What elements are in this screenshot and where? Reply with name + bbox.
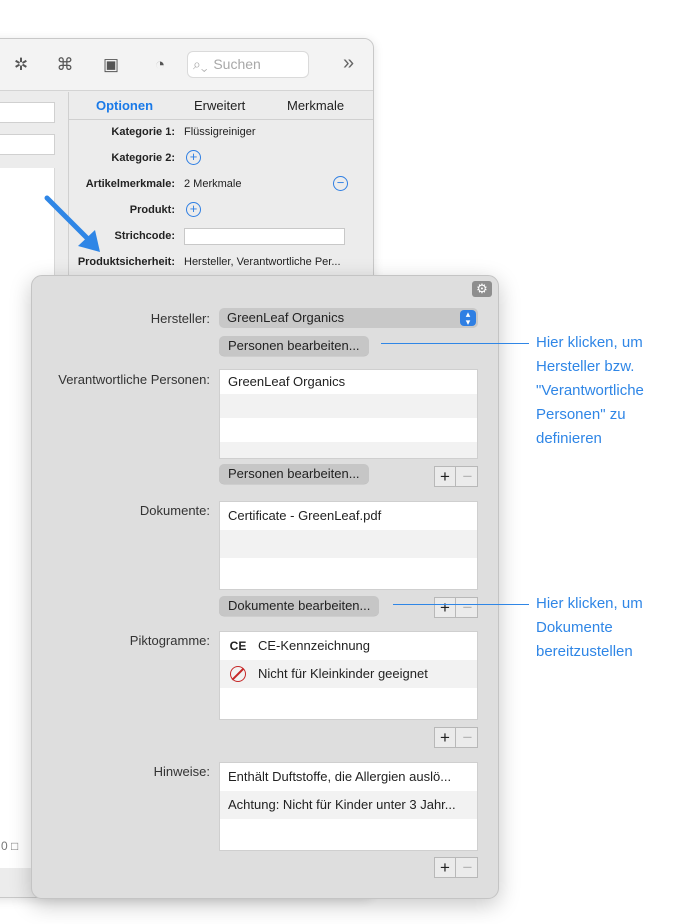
add-produkt-button[interactable]: + — [186, 202, 201, 217]
tab-merkmale[interactable]: Merkmale — [287, 98, 344, 113]
comment-icon[interactable]: 0 □ — [1, 839, 18, 853]
tab-erweitert[interactable]: Erweitert — [194, 98, 245, 113]
image-icon[interactable]: ▣ — [99, 53, 123, 77]
list-item-empty — [220, 558, 477, 586]
artikelmerkmale-label: Artikelmerkmale: — [85, 178, 175, 190]
chevron-double-right-icon[interactable]: » — [343, 52, 354, 75]
list-item-empty — [220, 819, 477, 847]
hersteller-label: Hersteller: — [150, 311, 210, 326]
add-kategorie2-button[interactable]: + — [186, 150, 201, 165]
no-children-icon — [230, 665, 246, 682]
personen-bearbeiten-button-1[interactable]: Personen bearbeiten... — [219, 336, 369, 356]
left-field-1[interactable] — [0, 102, 55, 123]
search-field[interactable]: ⌕⌄ Suchen — [187, 51, 309, 78]
remove-dokument-button[interactable]: − — [457, 598, 478, 617]
piktogramme-label: Piktogramme: — [129, 633, 210, 648]
piktogramme-plus-minus: + − — [434, 727, 478, 748]
add-dokument-button[interactable]: + — [435, 598, 456, 617]
kategorie2-label: Kategorie 2: — [111, 152, 175, 164]
search-placeholder: Suchen — [213, 56, 261, 72]
list-item-empty — [220, 688, 477, 716]
verantwortliche-personen-label: Verantwortliche Personen: — [58, 372, 210, 387]
dokumente-bearbeiten-button[interactable]: Dokumente bearbeiten... — [219, 596, 380, 616]
dokumente-plus-minus: + − — [434, 597, 478, 618]
list-item[interactable]: Enthält Duftstoffe, die Allergien auslö.… — [220, 763, 477, 791]
pointer-arrow-icon — [44, 195, 100, 252]
artikelmerkmale-value[interactable]: 2 Merkmale — [184, 178, 241, 190]
gear-icon[interactable]: ⚙ — [472, 281, 492, 297]
toolbar: ✲ ⌘ ▣ ◔ ⌕⌄ Suchen » — [0, 39, 373, 91]
produkt-label: Produkt: — [129, 204, 175, 216]
verantwortliche-personen-list: GreenLeaf Organics — [219, 369, 478, 459]
produktsicherheit-value[interactable]: Hersteller, Verantwortliche Per... — [184, 256, 341, 268]
remove-piktogramm-button[interactable]: − — [457, 728, 478, 747]
personen-bearbeiten-button-2[interactable]: Personen bearbeiten... — [219, 464, 369, 484]
remove-person-button[interactable]: − — [457, 467, 478, 486]
hinweise-list: Enthält Duftstoffe, die Allergien auslö.… — [219, 762, 478, 851]
robot-icon[interactable]: ⌘ — [53, 53, 77, 77]
tab-optionen[interactable]: Optionen — [96, 98, 153, 113]
hersteller-value: GreenLeaf Organics — [227, 310, 345, 325]
ce-mark-icon: CE — [229, 639, 247, 653]
strichcode-label: Strichcode: — [114, 230, 175, 242]
callout-hersteller: Hier klicken, um Hersteller bzw. "Verant… — [536, 334, 644, 447]
callout-dokumente: Hier klicken, um Dokumente bereitzustell… — [536, 595, 643, 660]
hinweise-label: Hinweise: — [153, 764, 210, 779]
piktogramme-list: CE CE-Kennzeichnung Nicht für Kleinkinder… — [219, 631, 478, 720]
list-item-empty — [220, 530, 477, 558]
produktsicherheit-popover: ⚙ Hersteller: GreenLeaf Organics ▴ ▾ Pers… — [31, 275, 499, 899]
list-item[interactable]: CE CE-Kennzeichnung — [220, 632, 477, 660]
kategorie1-value[interactable]: Flüssigreiniger — [184, 126, 256, 138]
list-item-empty — [220, 418, 477, 442]
strichcode-input[interactable] — [184, 228, 345, 245]
remove-artikelmerkmale-button[interactable]: − — [333, 176, 348, 191]
list-item[interactable]: Nicht für Kleinkinder geeignet — [220, 660, 477, 688]
dokumente-label: Dokumente: — [139, 503, 210, 518]
list-item[interactable]: Certificate - GreenLeaf.pdf — [220, 502, 477, 530]
list-item-empty — [220, 442, 477, 458]
left-field-2[interactable] — [0, 134, 55, 155]
list-item-empty — [220, 394, 477, 418]
gear-badge-icon[interactable]: ✲ — [9, 53, 33, 77]
tab-bar: Optionen Erweitert Merkmale — [69, 92, 373, 120]
kategorie1-label: Kategorie 1: — [111, 126, 175, 138]
list-item[interactable]: GreenLeaf Organics — [220, 370, 477, 394]
chevron-updown-icon: ▴ ▾ — [460, 310, 476, 327]
list-item[interactable]: Achtung: Nicht für Kinder unter 3 Jahr..… — [220, 791, 477, 819]
callout-line-hersteller — [381, 343, 529, 344]
picto-label: Nicht für Kleinkinder geeignet — [258, 666, 428, 681]
hersteller-select[interactable]: GreenLeaf Organics ▴ ▾ — [219, 308, 478, 328]
personen-plus-minus: + − — [434, 466, 478, 487]
picto-label: CE-Kennzeichnung — [258, 638, 371, 653]
add-hinweis-button[interactable]: + — [435, 858, 456, 877]
add-piktogramm-button[interactable]: + — [435, 728, 456, 747]
hinweise-plus-minus: + − — [434, 857, 478, 878]
search-icon: ⌕⌄ — [193, 56, 208, 72]
dokumente-list: Certificate - GreenLeaf.pdf — [219, 501, 478, 590]
callout-line-dokumente — [393, 604, 529, 605]
bell-clock-icon[interactable]: ◔ — [148, 53, 172, 77]
remove-hinweis-button[interactable]: − — [457, 858, 478, 877]
add-person-button[interactable]: + — [435, 467, 456, 486]
